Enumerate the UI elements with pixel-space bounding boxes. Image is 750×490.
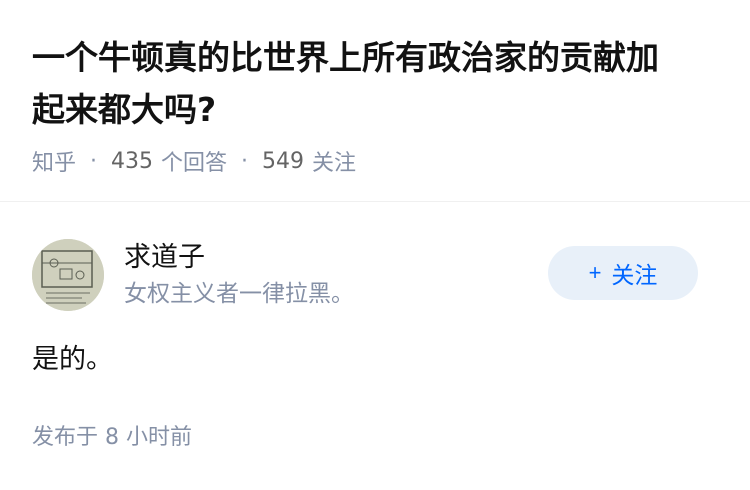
answer-card: 求道子 女权主义者一律拉黑。 + 关注: [32, 237, 718, 313]
follow-count-label: 关注: [312, 151, 357, 176]
publish-label: 发布于: [32, 425, 99, 450]
meta-separator: ·: [241, 148, 249, 174]
question-header: 一个牛顿真的比世界上所有政治家的贡献加 起来都大吗? 知乎 · 435 个回答 …: [0, 0, 750, 176]
follow-button[interactable]: + 关注: [548, 246, 698, 300]
author-row: 求道子 女权主义者一律拉黑。 + 关注: [32, 237, 718, 313]
source-label: 知乎: [32, 151, 77, 176]
plus-icon: +: [588, 260, 602, 285]
answer-count-label: 个回答: [161, 151, 228, 176]
question-title-line2[interactable]: 起来都大吗?: [32, 84, 718, 136]
author-bio: 女权主义者一律拉黑。: [124, 281, 354, 307]
author-info: 求道子 女权主义者一律拉黑。: [124, 240, 354, 310]
question-meta: 知乎 · 435 个回答 · 549 关注: [32, 146, 718, 177]
publish-time: 8 小时前: [105, 425, 193, 450]
answer-count: 435: [111, 148, 154, 174]
follow-count: 549: [262, 148, 305, 174]
avatar[interactable]: [32, 239, 104, 311]
question-title-line1[interactable]: 一个牛顿真的比世界上所有政治家的贡献加: [32, 32, 718, 84]
avatar-image-icon: [32, 239, 104, 311]
author-name[interactable]: 求道子: [124, 240, 354, 276]
question-title[interactable]: 一个牛顿真的比世界上所有政治家的贡献加 起来都大吗?: [32, 32, 718, 136]
follow-button-label: 关注: [611, 262, 658, 288]
answer-content: 是的。: [32, 344, 113, 375]
section-divider: [0, 201, 750, 202]
meta-separator: ·: [90, 148, 98, 174]
publish-info: 发布于 8 小时前: [32, 423, 192, 453]
